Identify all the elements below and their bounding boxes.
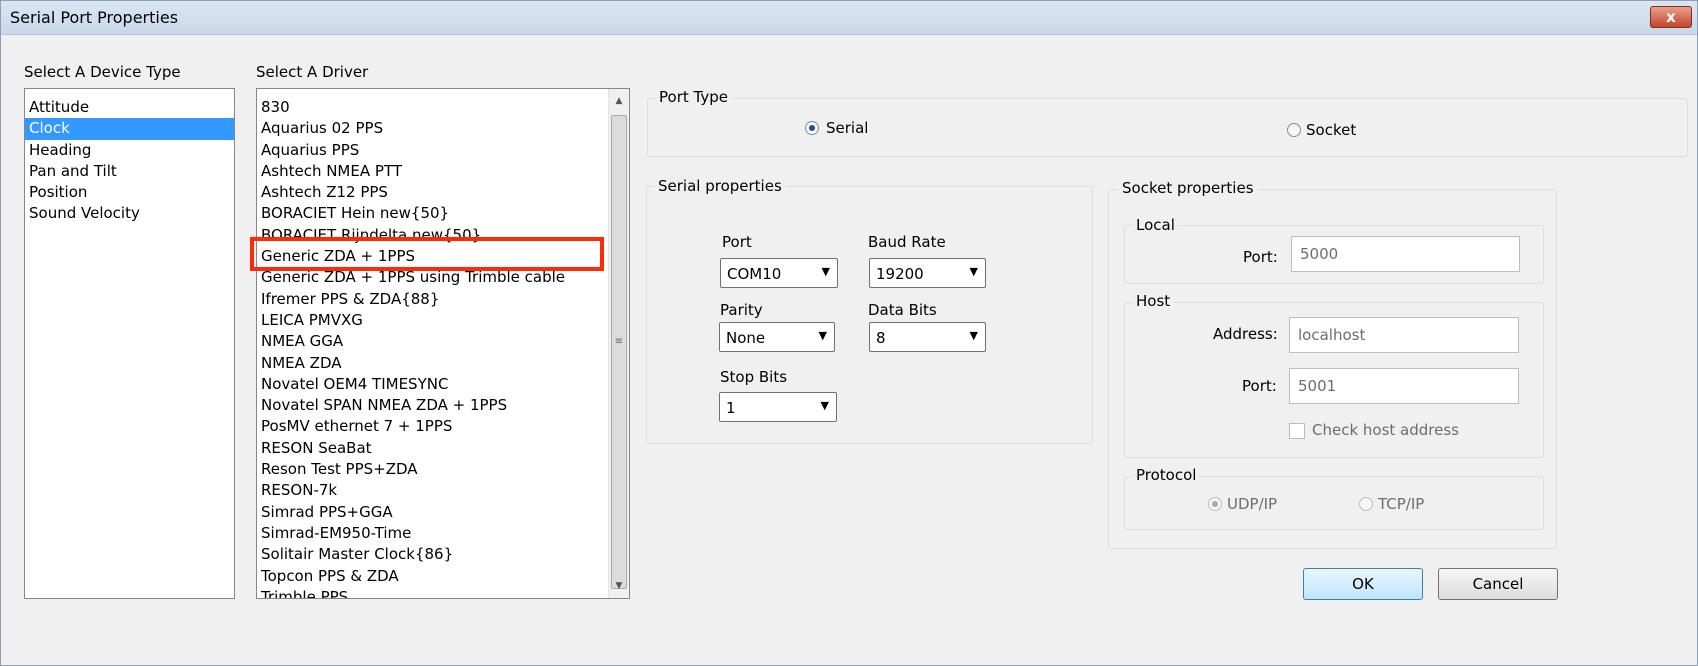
list-item[interactable]: Simrad PPS+GGA [257,502,609,523]
check-host-address-checkbox[interactable] [1289,423,1305,439]
list-item[interactable]: Topcon PPS & ZDA [257,566,609,587]
scroll-up-arrow-icon[interactable]: ▲ [609,91,629,111]
list-item[interactable]: BORACIET Hein new{50} [257,203,609,224]
list-item[interactable]: NMEA GGA [257,331,609,352]
udp-radio[interactable] [1208,497,1222,511]
socket-properties-title: Socket properties [1119,179,1257,197]
parity-value: None [726,329,766,347]
grip-icon: ≡ [614,336,624,347]
list-item[interactable]: Novatel OEM4 TIMESYNC [257,374,609,395]
socket-radio[interactable] [1287,123,1301,137]
baud-rate-select[interactable]: 19200 ▼ [869,258,986,288]
device-type-list[interactable]: Attitude Clock Heading Pan and Tilt Position… [24,88,235,599]
list-item[interactable]: Reson Test PPS+ZDA [257,459,609,480]
stop-bits-label: Stop Bits [720,368,788,386]
list-item[interactable]: Attitude [25,97,234,118]
list-item[interactable]: Trimble PPS [257,587,609,598]
dialog-window: Serial Port Properties x Select A Device… [0,0,1698,666]
list-item[interactable]: RESON SeaBat [257,438,609,459]
protocol-group: Protocol UDP/IP TCP/IP [1124,466,1544,530]
baud-rate-value: 19200 [876,265,924,283]
local-port-value: 5000 [1300,245,1339,263]
driver-list-scrollbar[interactable]: ▲ ≡ ▼ [608,89,629,598]
host-port-label: Port: [1242,377,1277,395]
data-bits-value: 8 [876,329,886,347]
list-item[interactable]: Aquarius 02 PPS [257,118,609,139]
device-type-label: Select A Device Type [24,63,181,81]
highlight-box [250,237,604,271]
list-item[interactable]: Aquarius PPS [257,140,609,161]
data-bits-select[interactable]: 8 ▼ [869,322,986,352]
tcp-radio[interactable] [1359,497,1373,511]
socket-properties-group: Socket properties Local Port: 5000 Host … [1108,179,1557,549]
list-item[interactable]: Ashtech Z12 PPS [257,182,609,203]
title-bar[interactable]: Serial Port Properties x [1,1,1697,35]
udp-radio-label[interactable]: UDP/IP [1227,495,1277,513]
host-group: Host Address: localhost Port: 5001 Check… [1124,292,1544,458]
host-port-input[interactable]: 5001 [1289,368,1519,404]
local-port-input[interactable]: 5000 [1291,236,1520,272]
list-item[interactable]: Position [25,182,234,203]
list-item[interactable]: Novatel SPAN NMEA ZDA + 1PPS [257,395,609,416]
socket-radio-label[interactable]: Socket [1306,121,1356,139]
serial-properties-group: Serial properties Port COM10 ▼ Baud Rate… [646,177,1093,444]
address-input[interactable]: localhost [1289,317,1519,353]
tcp-radio-label[interactable]: TCP/IP [1378,495,1424,513]
scrollbar-thumb[interactable]: ≡ [611,115,627,589]
chevron-down-icon: ▼ [969,265,978,278]
port-type-group: Port Type Serial Socket [647,88,1688,157]
list-item[interactable]: Simrad-EM950-Time [257,523,609,544]
chevron-down-icon: ▼ [969,329,978,342]
address-label: Address: [1213,325,1278,343]
list-item[interactable]: PosMV ethernet 7 + 1PPS [257,416,609,437]
chevron-down-icon: ▼ [818,329,827,342]
list-item[interactable]: Ifremer PPS & ZDA{88} [257,289,609,310]
chevron-down-icon: ▼ [820,399,829,412]
host-port-value: 5001 [1298,377,1337,395]
scroll-down-arrow-icon[interactable]: ▼ [609,576,629,596]
list-item[interactable]: Solitair Master Clock{86} [257,544,609,565]
address-value: localhost [1298,326,1366,344]
serial-radio[interactable] [805,121,819,135]
ok-button[interactable]: OK [1303,568,1423,600]
local-port-label: Port: [1243,248,1278,266]
local-title: Local [1133,216,1178,234]
list-item[interactable]: Ashtech NMEA PTT [257,161,609,182]
close-button[interactable]: x [1650,6,1692,28]
dialog-title: Serial Port Properties [10,8,179,27]
list-item[interactable]: Pan and Tilt [25,161,234,182]
list-item[interactable]: 830 [257,97,609,118]
parity-label: Parity [720,301,763,319]
stop-bits-select[interactable]: 1 ▼ [719,392,837,422]
parity-select[interactable]: None ▼ [719,322,835,352]
protocol-title: Protocol [1133,466,1200,484]
list-item[interactable]: Sound Velocity [25,203,234,224]
list-item[interactable]: LEICA PMVXG [257,310,609,331]
driver-list[interactable]: 830 Aquarius 02 PPS Aquarius PPS Ashtech NM… [256,88,630,599]
chevron-down-icon: ▼ [821,265,830,278]
port-type-title: Port Type [656,88,731,106]
stop-bits-value: 1 [726,399,736,417]
port-select[interactable]: COM10 ▼ [720,258,838,288]
list-item[interactable]: NMEA ZDA [257,353,609,374]
host-title: Host [1133,292,1174,310]
list-item[interactable]: RESON-7k [257,480,609,501]
driver-label: Select A Driver [256,63,369,81]
local-group: Local Port: 5000 [1124,216,1544,284]
serial-radio-label[interactable]: Serial [826,119,868,137]
baud-rate-label: Baud Rate [868,233,946,251]
port-value: COM10 [727,265,782,283]
cancel-button[interactable]: Cancel [1438,568,1558,600]
data-bits-label: Data Bits [868,301,937,319]
port-label: Port [722,233,752,251]
list-item[interactable]: Heading [25,140,234,161]
list-item[interactable]: Clock [25,118,234,140]
check-host-address-label[interactable]: Check host address [1312,421,1459,439]
serial-properties-title: Serial properties [655,177,785,195]
